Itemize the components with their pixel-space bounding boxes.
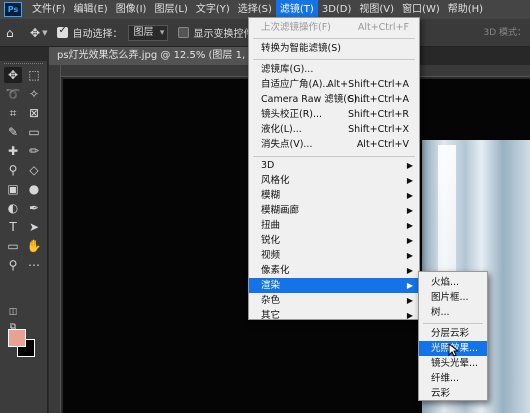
clone-stamp-icon[interactable]: ⚲ [4, 162, 22, 178]
menu-separator [253, 156, 415, 157]
menu-item-sharpen[interactable]: 锐化 ▶ [249, 233, 419, 248]
eyedropper-icon[interactable]: ✎ [4, 124, 22, 140]
home-icon[interactable]: ⌂ [6, 26, 20, 40]
show-transform-checkbox[interactable] [178, 27, 190, 38]
menu-item-camera-raw[interactable]: Camera Raw 滤镜(C)... Shift+Ctrl+A [249, 92, 419, 107]
photoshop-window: Ps 文件(F) 编辑(E) 图像(I) 图层(L) 文字(Y) 选择(S) 滤… [0, 0, 530, 413]
menu-item-distort[interactable]: 扭曲 ▶ [249, 218, 419, 233]
rectangle-icon[interactable]: ▭ [4, 238, 22, 254]
menu-item-convert-smart-filter[interactable]: 转换为智能滤镜(S) [249, 41, 419, 56]
quick-mask-icon[interactable]: ◫ [4, 304, 22, 320]
menu-separator [253, 38, 415, 39]
menu-item-difference-clouds[interactable]: 分层云彩 [419, 326, 487, 341]
menu-item-lens-flare[interactable]: 镜头光晕... [419, 356, 487, 371]
menu-item-blur[interactable]: 模糊 ▶ [249, 188, 419, 203]
menu-item-adaptive-wide-angle[interactable]: 自适应广角(A)... Alt+Shift+Ctrl+A [249, 77, 419, 92]
menu-item-picture-frame[interactable]: 图片框... [419, 290, 487, 305]
submenu-arrow-icon: ▶ [406, 251, 413, 260]
pen-icon[interactable]: ✒ [25, 200, 43, 216]
menu-file[interactable]: 文件(F) [28, 0, 70, 19]
menu-item-3d[interactable]: 3D ▶ [249, 158, 419, 173]
submenu-arrow-icon: ▶ [406, 206, 413, 215]
filter-menu-dropdown: 上次滤镜操作(F) Alt+Ctrl+F 转换为智能滤镜(S) 滤镜库(G)...… [248, 17, 420, 323]
menu-layer[interactable]: 图层(L) [150, 0, 191, 19]
gradient-icon[interactable]: ▣ [4, 181, 22, 197]
submenu-arrow-icon: ▶ [406, 221, 413, 230]
auto-select-label: 自动选择： [72, 29, 123, 40]
move-icon[interactable]: ✥ [4, 67, 22, 83]
brush-icon[interactable]: ✏ [25, 143, 43, 159]
lasso-icon[interactable]: ➰ [4, 86, 22, 102]
submenu-arrow-icon: ▶ [406, 176, 413, 185]
menu-item-flame[interactable]: 火焰... [419, 275, 487, 290]
blur-icon[interactable]: ● [25, 181, 43, 197]
menu-separator [253, 59, 415, 60]
healing-brush-icon[interactable]: ✚ [4, 143, 22, 159]
menu-item-vanishing-point[interactable]: 消失点(V)... Alt+Ctrl+V [249, 137, 419, 152]
submenu-arrow-icon: ▶ [406, 296, 413, 305]
move-tool-icon[interactable]: ✥ [30, 26, 40, 40]
menu-separator [423, 323, 483, 324]
path-select-icon[interactable]: ➤ [25, 219, 43, 235]
ruler-vertical[interactable] [49, 65, 61, 413]
zoom-icon[interactable]: ⚲ [4, 257, 22, 273]
dodge-icon[interactable]: ◐ [4, 200, 22, 216]
tools-panel: ✥ ⬚ ➰ ✧ ⌗ ⊠ ✎ ▭ ✚ ✏ ⚲ ◇ ▣ ● ◐ ✒ T ➤ ▭ ✋ … [0, 61, 48, 413]
menu-type[interactable]: 文字(Y) [192, 0, 234, 19]
frame-icon[interactable]: ⊠ [25, 105, 43, 121]
crop-icon[interactable]: ⌗ [4, 105, 22, 121]
type-icon[interactable]: T [4, 219, 22, 235]
menu-item-render[interactable]: 渲染 ▶ [249, 278, 419, 293]
menu-item-stylize[interactable]: 风格化 ▶ [249, 173, 419, 188]
more-tools-icon[interactable]: ⋯ [25, 257, 43, 273]
foreground-color-swatch[interactable] [8, 329, 26, 347]
3d-mode-label: 3D 模式： [483, 28, 526, 38]
ruler-icon[interactable]: ▭ [25, 124, 43, 140]
menu-item-pixelate[interactable]: 像素化 ▶ [249, 263, 419, 278]
submenu-arrow-icon: ▶ [406, 236, 413, 245]
menu-item-lens-correction[interactable]: 镜头校正(R)... Shift+Ctrl+R [249, 107, 419, 122]
render-submenu: 火焰... 图片框... 树... 分层云彩 光照效果... 镜头光晕... 纤… [418, 271, 488, 401]
menu-item-filter-gallery[interactable]: 滤镜库(G)... [249, 62, 419, 77]
menu-item-clouds[interactable]: 云彩 [419, 386, 487, 401]
show-transform-label: 显示变换控件 [193, 29, 254, 40]
submenu-arrow-icon: ▶ [406, 191, 413, 200]
ps-logo[interactable]: Ps [4, 2, 22, 17]
menu-item-video[interactable]: 视频 ▶ [249, 248, 419, 263]
menu-item-liquify[interactable]: 液化(L)... Shift+Ctrl+X [249, 122, 419, 137]
submenu-arrow-icon: ▶ [406, 281, 413, 290]
menu-item-blur-gallery[interactable]: 模糊画廊 ▶ [249, 203, 419, 218]
auto-select-checkbox[interactable] [57, 25, 69, 38]
menu-item-fibers[interactable]: 纤维... [419, 371, 487, 386]
submenu-arrow-icon: ▶ [406, 161, 413, 170]
mouse-cursor-icon [448, 343, 460, 357]
magic-wand-icon[interactable]: ✧ [25, 86, 43, 102]
menu-item-noise[interactable]: 杂色 ▶ [249, 293, 419, 308]
marquee-icon[interactable]: ⬚ [25, 67, 43, 83]
hand-icon[interactable]: ✋ [25, 238, 43, 254]
menu-item-last-filter[interactable]: 上次滤镜操作(F) Alt+Ctrl+F [249, 20, 419, 35]
chevron-down-icon[interactable]: ▼ [42, 29, 47, 37]
auto-select-dropdown[interactable]: 图层 [128, 24, 169, 41]
menu-item-other[interactable]: 其它 ▶ [249, 308, 419, 323]
menu-item-tree[interactable]: 树... [419, 305, 487, 320]
menu-edit[interactable]: 编辑(E) [70, 0, 112, 19]
menu-image[interactable]: 图像(I) [112, 0, 151, 19]
eraser-icon[interactable]: ◇ [25, 162, 43, 178]
submenu-arrow-icon: ▶ [406, 311, 413, 320]
menu-help[interactable]: 帮助(H) [444, 0, 487, 19]
submenu-arrow-icon: ▶ [406, 266, 413, 275]
